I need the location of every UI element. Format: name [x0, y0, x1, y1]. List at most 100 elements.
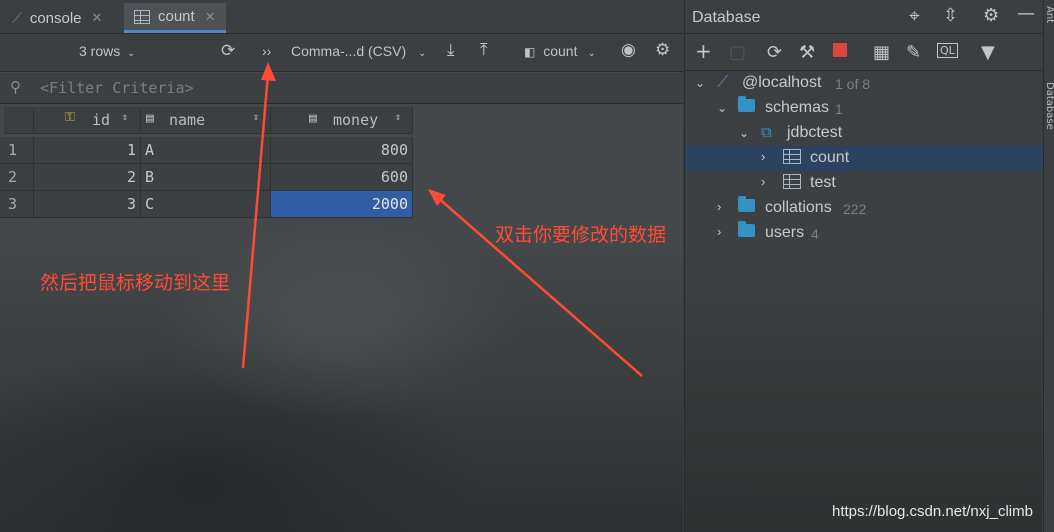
cell-money-selected[interactable]: 2000	[271, 191, 413, 218]
folder-icon	[738, 96, 755, 112]
export-format-label: Comma-...d (CSV)	[291, 43, 407, 59]
search-icon: ⚲	[10, 78, 21, 96]
row-number[interactable]: 2	[0, 164, 34, 191]
schema-sync-icon[interactable]: ⚒	[799, 42, 815, 63]
tree-schemas[interactable]: ⌄ schemas 1	[685, 96, 1043, 121]
row-number[interactable]: 1	[0, 137, 34, 164]
column-header-id[interactable]: ⚿ id ⇕	[34, 107, 141, 134]
upload-icon[interactable]: ⤒	[480, 40, 488, 60]
column-header-money[interactable]: ▤ money ⇕	[271, 107, 413, 134]
add-icon[interactable]: +	[695, 39, 712, 63]
column-header-name[interactable]: ▤ name ⇕	[141, 107, 271, 134]
panel-title: Database	[692, 9, 761, 26]
schemas-label: schemas	[765, 99, 830, 116]
table-view-icon[interactable]: ▦	[873, 42, 890, 63]
chevron-right-icon[interactable]: ›	[717, 224, 721, 239]
gear-icon[interactable]: ⚙	[655, 40, 670, 60]
cell-id[interactable]: 3	[34, 191, 141, 218]
folder-icon	[738, 221, 755, 237]
tree-users[interactable]: › users 4	[685, 221, 1043, 246]
tab-label: count	[158, 8, 195, 25]
cell-money[interactable]: 600	[271, 164, 413, 191]
chevron-down-icon: ⌄	[587, 48, 596, 59]
results-toolbar: 3 rows ⌄ ⟳ ›› Comma-...d (CSV) ⌄ ⤓ ⤒ ◧ c…	[0, 34, 683, 72]
tab-console[interactable]: ⟋ console ✕	[12, 3, 102, 33]
filter-icon[interactable]: ▼	[981, 42, 995, 63]
collapse-icon[interactable]: ⇳	[943, 5, 958, 26]
chevron-down-icon[interactable]: ⌄	[739, 126, 749, 140]
schemas-count: 1	[835, 101, 843, 117]
rows-label: 3 rows	[79, 43, 121, 59]
table-label: test	[810, 174, 836, 191]
database-tool-button[interactable]: Database	[1044, 82, 1054, 130]
cell-name[interactable]: C	[141, 191, 271, 218]
export-format-selector[interactable]: Comma-...d (CSV) ⌄	[291, 43, 426, 59]
chevron-right-icon[interactable]: ›	[761, 149, 765, 164]
table-selector-label: count	[543, 43, 578, 59]
table-icon	[783, 174, 801, 189]
crosshair-icon[interactable]: ⌖	[909, 5, 920, 27]
tab-count[interactable]: count ✕	[124, 3, 226, 33]
tool-window-strip: Ant Database	[1043, 0, 1054, 532]
column-header-label: name	[169, 111, 206, 129]
tree-host[interactable]: ⌄ ⟋ @localhost 1 of 8	[685, 71, 1043, 96]
database-panel: Database ⌖ ⇳ ⚙ — + ▢ ⟳ ⚒ ▦ ✎ QL ▼ ⌄ ⟋ @l…	[684, 0, 1043, 532]
chevron-down-icon[interactable]: ⌄	[695, 76, 705, 90]
filter-input[interactable]: ⚲ <Filter Criteria>	[0, 73, 683, 104]
folder-icon	[738, 196, 755, 212]
editor-tab-bar: ⟋ console ✕ count ✕	[0, 0, 683, 34]
column-header-label: money	[333, 111, 379, 129]
schema-icon: ⧉	[761, 124, 772, 141]
host-meta: 1 of 8	[835, 76, 871, 92]
refresh-icon[interactable]: ⟳	[221, 41, 235, 61]
cell-money[interactable]: 800	[271, 137, 413, 164]
gear-icon[interactable]: ⚙	[983, 5, 999, 26]
more-actions-button[interactable]: ››	[262, 43, 271, 59]
row-number[interactable]: 3	[0, 191, 34, 218]
table-selector[interactable]: ◧ count ⌄	[524, 43, 596, 59]
host-label: @localhost	[742, 74, 822, 91]
filter-placeholder: <Filter Criteria>	[40, 79, 194, 97]
watermark: https://blog.csdn.net/nxj_climb	[832, 503, 1033, 520]
cell-name[interactable]: A	[141, 137, 271, 164]
rows-selector[interactable]: 3 rows ⌄	[79, 43, 136, 59]
chevron-right-icon[interactable]: ›	[761, 174, 765, 189]
copy-icon: ▢	[729, 42, 747, 63]
mysql-icon: ⟋	[12, 9, 22, 26]
stop-icon[interactable]	[833, 43, 847, 57]
chevron-right-icon[interactable]: ›	[717, 199, 721, 214]
arrow-to-cell	[428, 189, 643, 377]
tree-schema-jdbctest[interactable]: ⌄ ⧉ jdbctest	[685, 121, 1043, 146]
minimize-icon[interactable]: —	[1017, 3, 1035, 24]
database-panel-header: Database ⌖ ⇳ ⚙ —	[685, 0, 1043, 34]
sort-icon[interactable]: ⇕	[122, 112, 128, 123]
chevron-down-icon[interactable]: ⌄	[717, 101, 727, 115]
download-icon[interactable]: ⤓	[447, 40, 455, 60]
database-toolbar: + ▢ ⟳ ⚒ ▦ ✎ QL ▼	[685, 34, 1043, 71]
editor-panel: ⟋ console ✕ count ✕ 3 rows ⌄ ⟳ ›› Comma-…	[0, 0, 683, 532]
console-icon[interactable]: QL	[937, 43, 958, 58]
table-icon	[783, 149, 801, 164]
close-icon[interactable]: ✕	[205, 9, 216, 25]
cell-id[interactable]: 1	[34, 137, 141, 164]
tree-table-test[interactable]: › test	[685, 171, 1043, 196]
annotation-double-click: 双击你要修改的数据	[495, 224, 667, 246]
edit-icon[interactable]: ✎	[906, 42, 921, 63]
tree-collations[interactable]: › collations 222	[685, 196, 1043, 221]
ant-tool-button[interactable]: Ant	[1044, 6, 1054, 23]
corner-cell	[4, 107, 34, 134]
collations-label: collations	[765, 199, 832, 216]
sort-icon[interactable]: ⇕	[395, 112, 401, 123]
cell-name[interactable]: B	[141, 164, 271, 191]
refresh-icon[interactable]: ⟳	[767, 42, 782, 63]
tree-table-count[interactable]: › count	[685, 146, 1043, 171]
chevron-down-icon: ⌄	[418, 48, 427, 59]
sort-icon[interactable]: ⇕	[253, 112, 259, 123]
users-count: 4	[811, 226, 819, 242]
eye-icon[interactable]: ◉	[621, 40, 636, 60]
column-header-label: id	[92, 111, 111, 129]
table-icon	[134, 9, 150, 24]
table-label: count	[810, 149, 850, 166]
close-icon[interactable]: ✕	[92, 10, 103, 26]
cell-id[interactable]: 2	[34, 164, 141, 191]
